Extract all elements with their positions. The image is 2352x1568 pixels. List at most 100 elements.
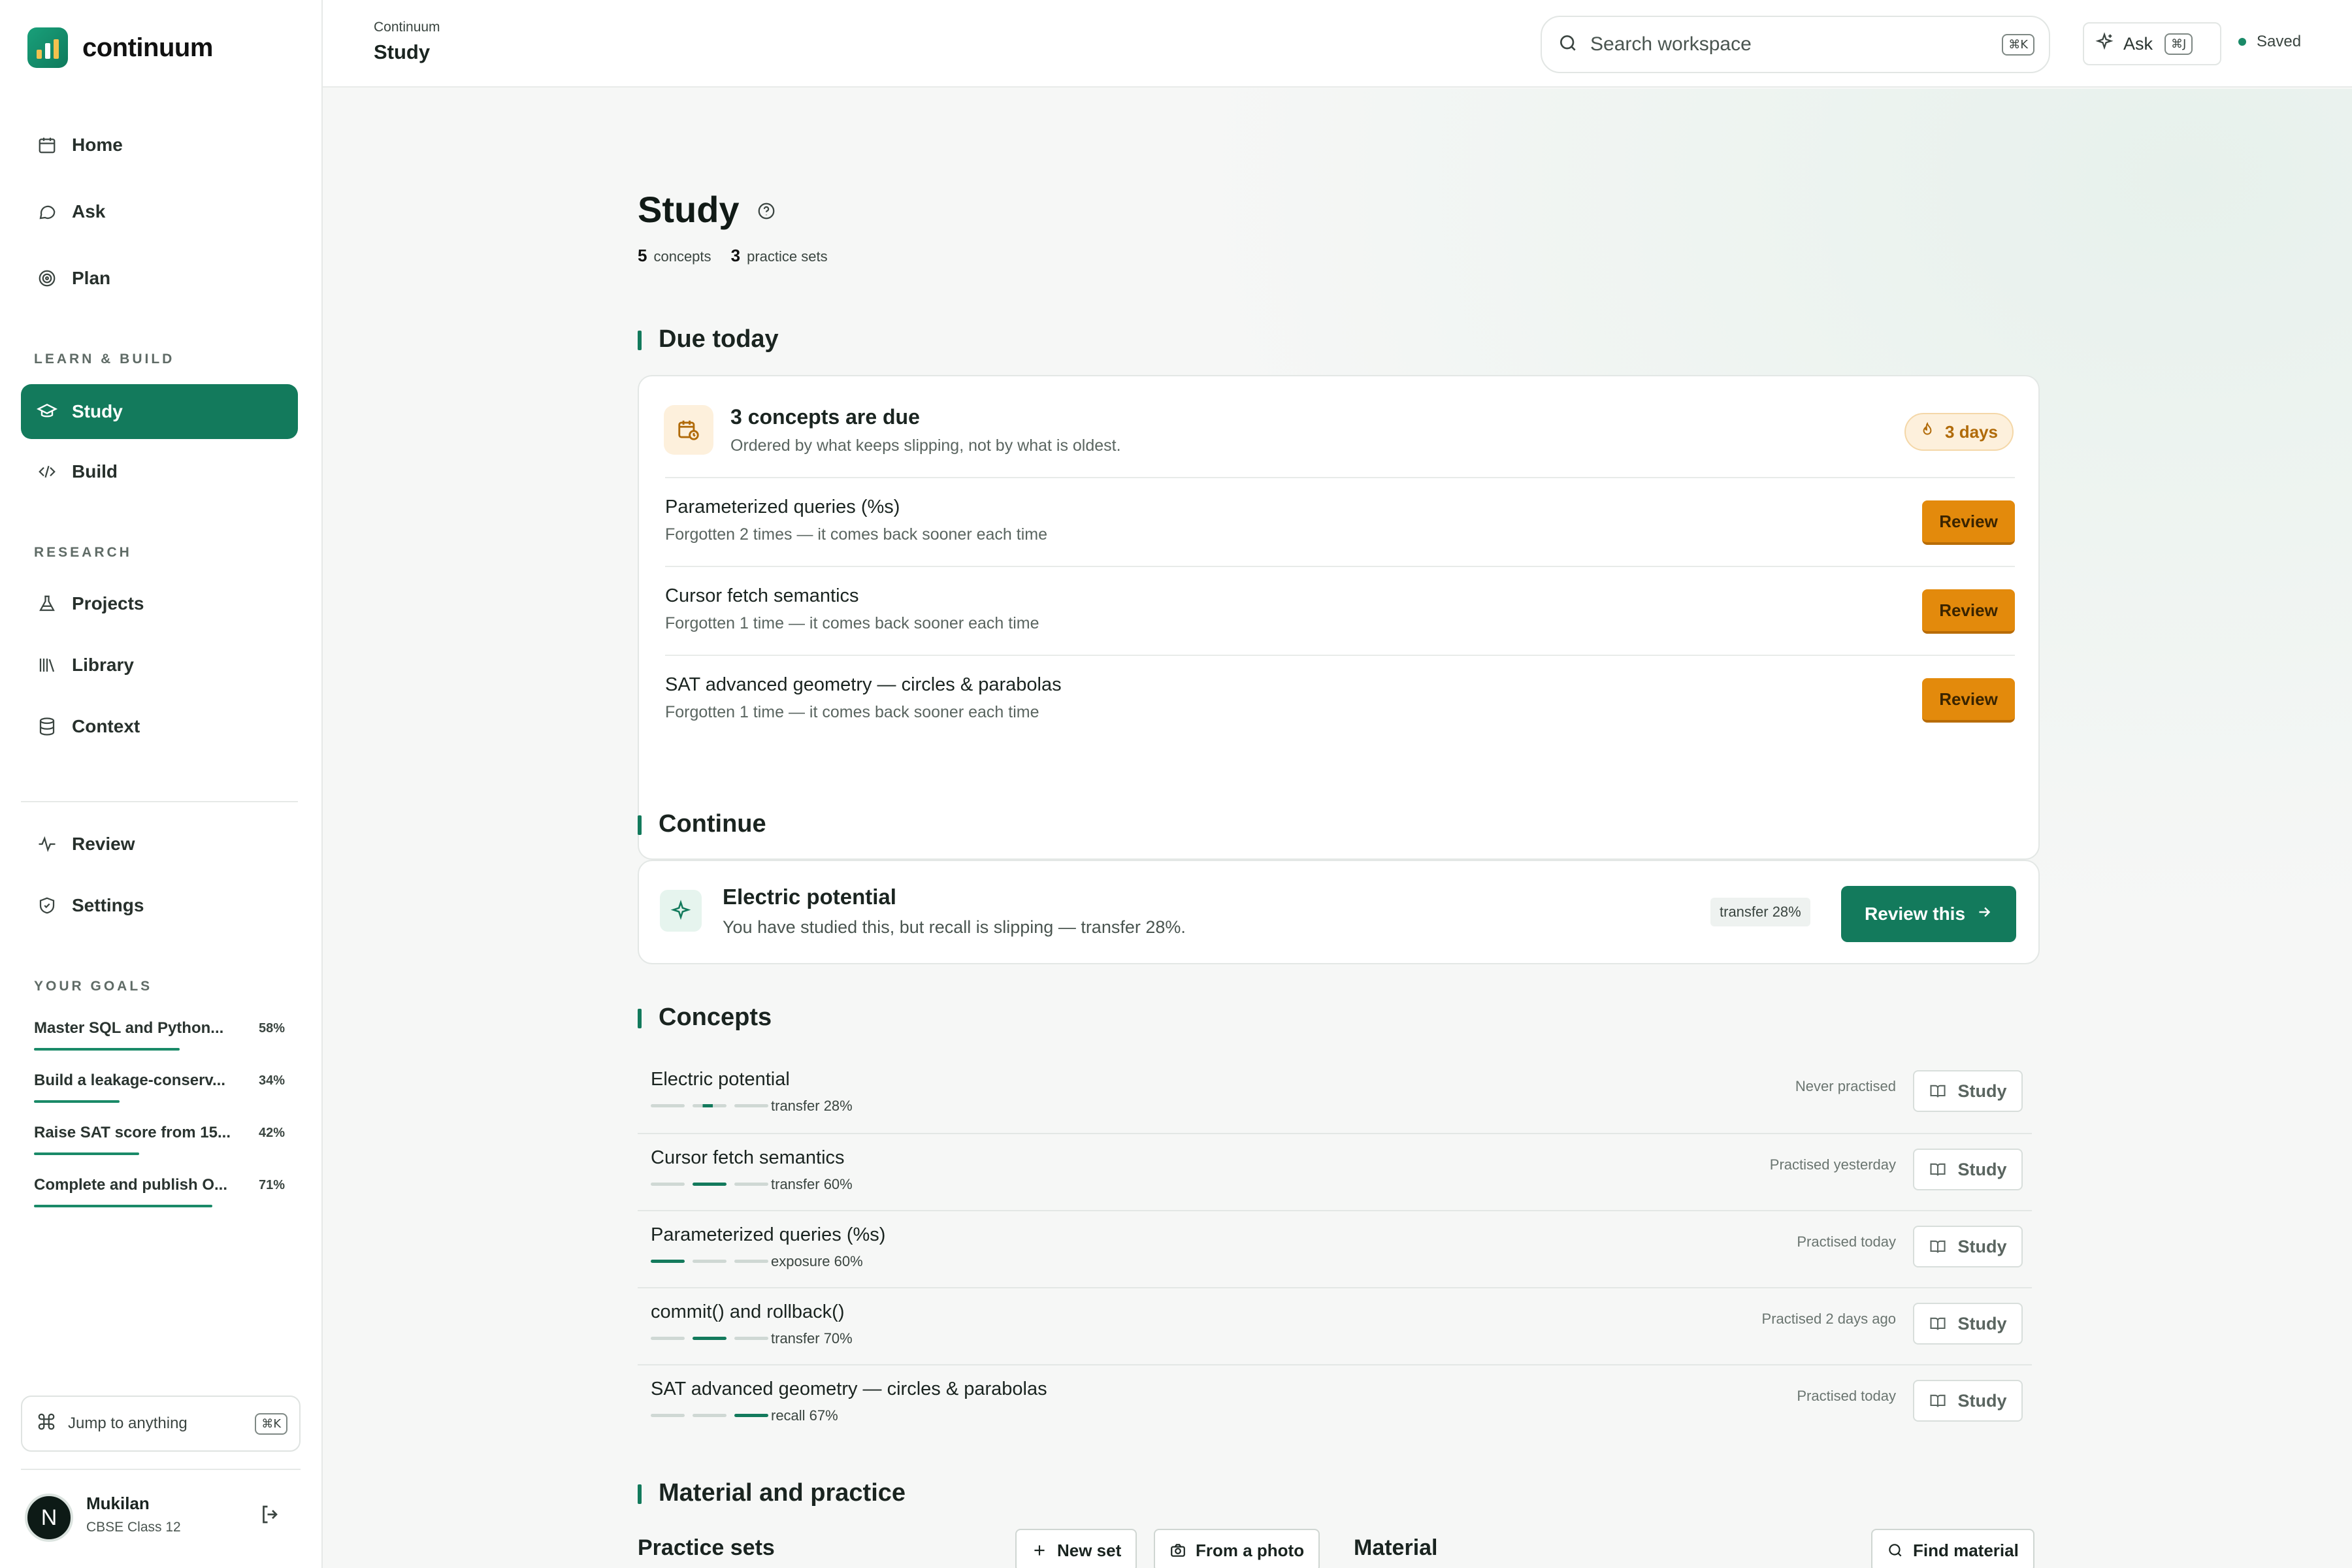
study-button[interactable]: Study [1913,1070,2023,1112]
due-item-name: Parameterized queries (%s) [665,497,900,517]
continue-subtitle: You have studied this, but recall is sli… [723,917,1186,937]
book-icon [1930,1317,1946,1330]
saved-label: Saved [2257,33,2302,50]
concept-row: commit() and rollback() transfer 70% Pra… [638,1287,2032,1364]
target-icon [35,267,59,290]
jump-label: Jump to anything [68,1414,188,1432]
section-label-learn-build: LEARN & BUILD [34,351,175,367]
due-item-desc: Forgotten 2 times — it comes back sooner… [665,525,1047,544]
review-this-label: Review this [1864,904,1966,924]
section-heading-due: Due today [638,325,779,353]
sidebar-item-plan[interactable]: Plan [21,251,298,306]
study-button[interactable]: Study [1913,1149,2023,1190]
book-icon [1930,1240,1946,1253]
goal-percent: 34% [258,1073,285,1088]
goal-item[interactable]: Raise SAT score from 15... 42% [34,1124,285,1155]
review-this-button[interactable]: Review this [1841,886,2016,942]
practice-sets-heading: Practice sets [638,1535,775,1560]
sidebar-item-label: Build [72,461,118,482]
calendar-icon [35,133,59,157]
goal-item[interactable]: Complete and publish O... 71% [34,1176,285,1207]
sidebar-item-build[interactable]: Build [21,444,298,499]
section-label-goals: YOUR GOALS [34,979,153,994]
new-set-button[interactable]: New set [1015,1529,1137,1568]
review-button[interactable]: Review [1922,589,2015,634]
concept-row: Parameterized queries (%s) exposure 60% … [638,1210,2032,1287]
concept-metric: exposure 60% [771,1253,863,1269]
database-icon [35,715,59,738]
study-label: Study [1957,1081,2007,1101]
study-label: Study [1957,1313,2007,1333]
sets-count: 3 [730,246,741,265]
sidebar-item-label: Home [72,135,123,155]
sidebar-item-review[interactable]: Review [21,817,298,872]
sidebar-item-settings[interactable]: Settings [21,878,298,933]
sidebar-item-ask[interactable]: Ask [21,184,298,239]
calendar-clock-icon [664,405,713,455]
goal-progress-bar [34,1205,285,1207]
goal-percent: 71% [258,1177,285,1192]
sidebar-item-context[interactable]: Context [21,699,298,754]
brand-name: continuum [82,33,213,62]
profile-name: Mukilan [86,1494,150,1513]
sets-label: practice sets [747,248,828,265]
review-button[interactable]: Review [1922,500,2015,545]
from-photo-button[interactable]: From a photo [1154,1529,1320,1568]
flask-icon [35,592,59,615]
brand-logo-icon [27,27,68,68]
sidebar-item-library[interactable]: Library [21,638,298,693]
due-title: 3 concepts are due [730,405,920,429]
concept-level-meter [651,1104,768,1107]
goal-progress-bar [34,1100,285,1103]
flame-icon [1919,421,1936,443]
brand[interactable]: continuum [27,27,213,68]
jump-to-anything-button[interactable]: Jump to anything ⌘K [21,1396,301,1452]
study-label: Study [1957,1390,2007,1411]
help-icon[interactable] [757,201,776,221]
chat-icon [35,200,59,223]
sidebar-item-label: Ask [72,201,106,221]
sidebar-item-label: Review [72,834,135,854]
transfer-chip: transfer 28% [1710,898,1810,926]
concept-metric: recall 67% [771,1407,838,1424]
goal-progress-bar [34,1152,285,1155]
goal-name: Complete and publish O... [34,1176,228,1194]
concept-row: SAT advanced geometry — circles & parabo… [638,1364,2032,1441]
find-material-button[interactable]: Find material [1871,1529,2034,1568]
study-button[interactable]: Study [1913,1380,2023,1422]
profile-class: CBSE Class 12 [86,1520,181,1535]
concept-level-meter [651,1260,768,1263]
concept-name: Parameterized queries (%s) [651,1224,886,1245]
concept-name: Cursor fetch semantics [651,1147,845,1168]
concept-name: commit() and rollback() [651,1301,845,1322]
goal-item[interactable]: Build a leakage-conserv... 34% [34,1071,285,1103]
study-button[interactable]: Study [1913,1303,2023,1345]
concept-practised: Practised yesterday [1769,1156,1896,1173]
goal-item[interactable]: Master SQL and Python... 58% [34,1019,285,1051]
logout-icon[interactable] [259,1503,285,1529]
sidebar-item-study[interactable]: Study [21,384,298,439]
search-icon [1889,1544,1902,1557]
sidebar-item-projects[interactable]: Projects [21,576,298,631]
concept-practised: Practised today [1797,1233,1896,1250]
goal-percent: 58% [258,1021,285,1036]
review-button[interactable]: Review [1922,678,2015,723]
plus-icon [1034,1545,1045,1556]
study-button[interactable]: Study [1913,1226,2023,1267]
ask-button[interactable]: Ask ⌘J [2083,22,2221,65]
ask-label: Ask [2123,33,2153,54]
sidebar: continuum Home Ask Plan LEARN & BUILD St… [0,0,323,1568]
sidebar-item-label: Library [72,655,134,675]
concept-level-meter [651,1337,768,1340]
shortcut-badge: ⌘K [255,1413,287,1435]
section-heading-concepts: Concepts [638,1004,772,1032]
new-set-label: New set [1057,1540,1122,1560]
search-input[interactable]: Search workspace ⌘K [1541,16,2050,73]
profile-divider [21,1469,301,1470]
pulse-icon [35,832,59,856]
sidebar-item-label: Settings [72,895,144,915]
sidebar-item-home[interactable]: Home [21,118,298,172]
study-label: Study [1957,1159,2007,1179]
avatar[interactable]: N [25,1494,73,1542]
breadcrumb[interactable]: Continuum [374,20,440,35]
